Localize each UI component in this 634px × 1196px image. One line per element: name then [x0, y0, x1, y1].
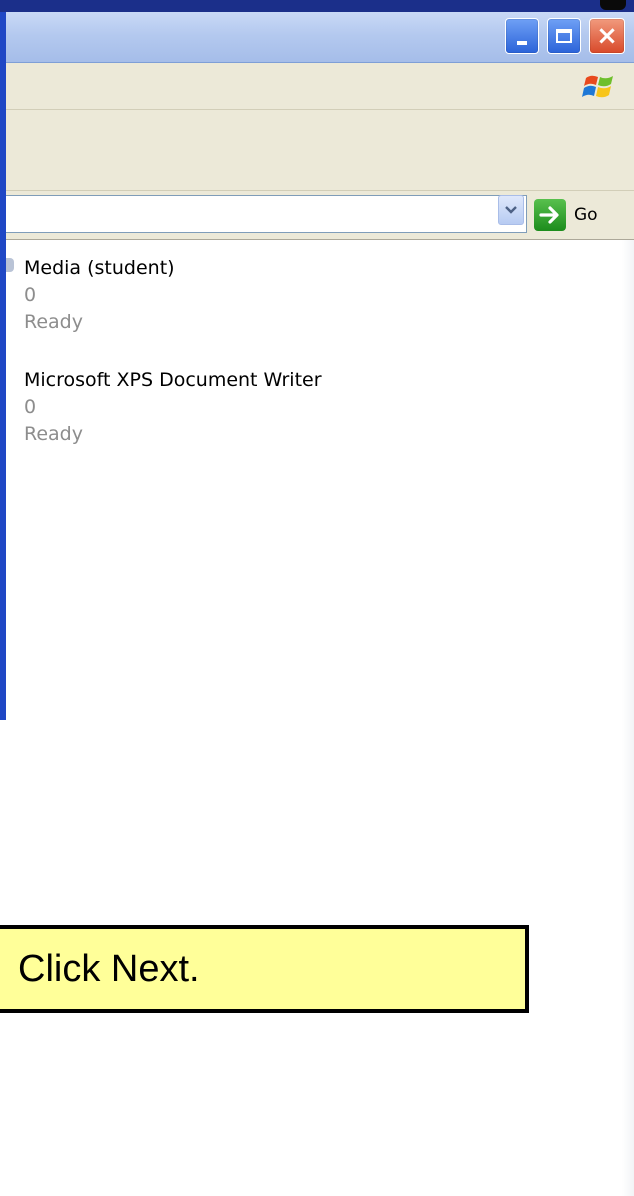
go-button[interactable]: Go	[534, 199, 598, 231]
maximize-icon	[556, 29, 572, 43]
minimize-icon	[517, 41, 527, 45]
printer-name: Microsoft XPS Document Writer	[24, 369, 322, 391]
desktop-background-strip	[0, 0, 634, 12]
printer-icon	[6, 258, 14, 272]
close-icon: ×	[596, 21, 618, 51]
window-left-border	[0, 12, 6, 720]
close-button[interactable]: ×	[589, 18, 625, 54]
windows-logo-icon	[582, 75, 613, 98]
dropdown-chevron-icon	[505, 206, 517, 214]
printer-document-count: 0	[24, 396, 37, 418]
printer-name: Media (student)	[24, 257, 175, 279]
address-input[interactable]	[0, 195, 527, 233]
maximize-button[interactable]	[547, 18, 581, 54]
toolbar	[0, 110, 634, 191]
go-label: Go	[574, 205, 598, 225]
window-titlebar[interactable]: ×	[0, 12, 634, 63]
callout-text: Click Next.	[18, 947, 200, 990]
address-dropdown-button[interactable]	[498, 195, 524, 225]
minimize-button[interactable]	[505, 18, 539, 54]
instruction-callout: Click Next.	[0, 925, 529, 1013]
printer-status: Ready	[24, 423, 83, 445]
printer-item[interactable]: Microsoft XPS Document Writer 0 Ready	[24, 367, 322, 448]
go-arrow-icon	[534, 199, 566, 231]
printer-item[interactable]: Media (student) 0 Ready	[24, 255, 175, 336]
menu-bar	[0, 63, 634, 110]
printer-document-count: 0	[24, 284, 37, 306]
address-bar: Go	[0, 191, 634, 240]
window-shadow	[622, 240, 634, 1196]
printer-status: Ready	[24, 311, 83, 333]
